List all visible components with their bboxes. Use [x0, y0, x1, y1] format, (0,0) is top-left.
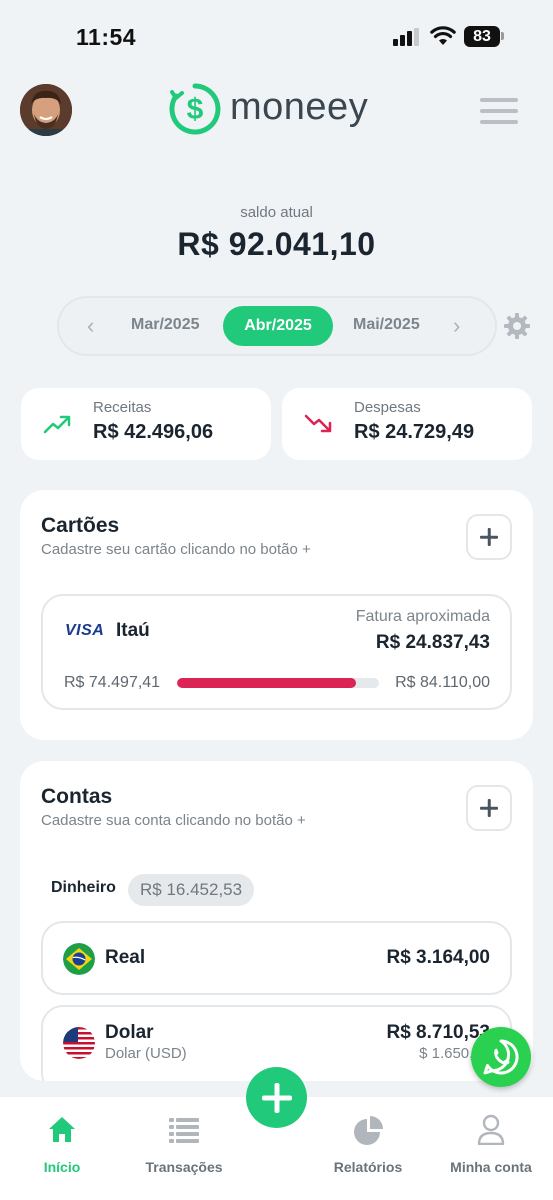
avatar-photo [20, 84, 72, 136]
income-value: R$ 42.496,06 [93, 421, 214, 443]
card-brand: VISA [65, 622, 105, 639]
cards-title: Cartões [41, 514, 120, 537]
accounts-subtitle: Cadastre sua conta clicando no botão + [41, 812, 306, 829]
account-row-real[interactable]: Real R$ 3.164,00 [41, 921, 512, 995]
balance-label: saldo atual [240, 204, 313, 221]
cash-label: Dinheiro [51, 879, 116, 896]
income-label: Receitas [93, 399, 152, 416]
home-icon [49, 1117, 75, 1142]
month-current[interactable]: Abr/2025 [223, 306, 333, 346]
invoice-label: Fatura aproximada [355, 608, 490, 625]
cards-panel: Cartões Cadastre seu cartão clicando no … [20, 490, 533, 740]
svg-text:$: $ [187, 93, 204, 126]
dollar-logo-icon: $ [169, 83, 221, 135]
cards-subtitle: Cadastre seu cartão clicando no botão + [41, 541, 311, 558]
income-card[interactable]: Receitas R$ 42.496,06 [21, 388, 271, 460]
visa-logo-icon: VISA [65, 622, 104, 640]
balance-value: R$ 92.041,10 [177, 226, 376, 262]
expense-value: R$ 24.729,49 [354, 421, 475, 443]
trend-down-icon [304, 414, 332, 433]
chevron-right-icon[interactable]: › [453, 315, 460, 337]
battery-icon: 83 [464, 26, 500, 47]
tab-inicio[interactable]: Início [7, 1107, 117, 1177]
tab-relatorios[interactable]: Relatórios [313, 1107, 423, 1177]
accounts-title: Contas [41, 785, 113, 808]
add-transaction-button[interactable] [246, 1067, 307, 1128]
account-name: Real [105, 947, 146, 968]
card-bank-name: Itaú [116, 620, 150, 641]
gear-icon[interactable] [503, 312, 531, 340]
card-limit-progress-fill [177, 678, 356, 688]
list-icon [169, 1118, 199, 1143]
whatsapp-icon [483, 1039, 519, 1075]
battery-tip [501, 32, 504, 40]
credit-card-item[interactable]: VISA Itaú Fatura aproximada R$ 24.837,43… [41, 594, 512, 710]
expense-card[interactable]: Despesas R$ 24.729,49 [282, 388, 532, 460]
user-avatar[interactable] [20, 84, 72, 136]
pie-chart-icon [354, 1116, 383, 1145]
month-prev[interactable]: Mar/2025 [131, 316, 200, 334]
status-bar: 11:54 83 [0, 0, 553, 70]
brazil-flag-icon [63, 943, 95, 975]
whatsapp-button[interactable] [471, 1027, 531, 1087]
tab-minha-conta[interactable]: Minha conta [436, 1107, 546, 1177]
chevron-left-icon[interactable]: ‹ [87, 315, 94, 337]
tab-label: Transações [145, 1159, 223, 1175]
invoice-value: R$ 24.837,43 [375, 632, 490, 653]
usa-flag-icon [63, 1027, 95, 1059]
hamburger-menu-icon[interactable] [480, 98, 518, 126]
user-icon [477, 1114, 505, 1145]
month-selector: ‹ Mar/2025 Abr/2025 Mai/2025 › [57, 296, 497, 356]
cellular-signal-icon [393, 28, 421, 46]
status-time: 11:54 [76, 24, 137, 50]
tab-transacoes[interactable]: Transações [129, 1107, 239, 1177]
account-subtitle: Dolar (USD) [105, 1045, 187, 1062]
app-logo: $ moneey [168, 80, 378, 138]
add-card-button[interactable] [466, 514, 512, 560]
account-name: Dolar [105, 1022, 154, 1043]
tab-label: Início [43, 1159, 81, 1175]
expense-label: Despesas [354, 399, 421, 416]
cash-value[interactable]: R$ 16.452,53 [128, 874, 255, 906]
tab-label: Relatórios [333, 1159, 403, 1175]
add-account-button[interactable] [466, 785, 512, 831]
wifi-icon [430, 26, 456, 45]
account-value: R$ 3.164,00 [386, 947, 490, 968]
accounts-panel: Contas Cadastre sua conta clicando no bo… [20, 761, 533, 1081]
logo-text: moneey [230, 86, 369, 128]
card-used-amount: R$ 74.497,41 [64, 674, 161, 691]
app-header: $ moneey [0, 78, 553, 142]
card-limit-amount: R$ 84.110,00 [395, 674, 490, 691]
card-limit-progress [177, 678, 379, 688]
trend-up-icon [43, 415, 71, 434]
tab-label: Minha conta [450, 1159, 532, 1175]
month-next[interactable]: Mai/2025 [353, 316, 420, 334]
